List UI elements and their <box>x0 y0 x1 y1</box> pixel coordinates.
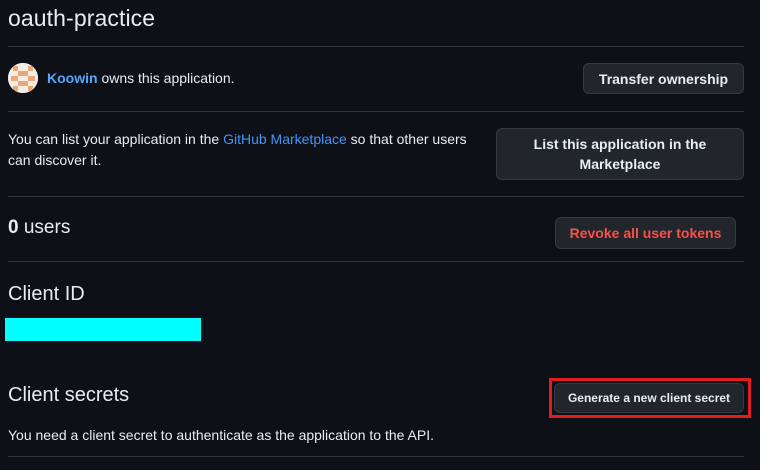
users-count-number: 0 <box>8 217 19 238</box>
users-count-label: users <box>23 217 71 238</box>
client-secrets-description: You need a client secret to authenticate… <box>8 427 435 443</box>
revoke-all-user-tokens-button[interactable]: Revoke all user tokens <box>555 217 736 249</box>
identicon-avatar-icon[interactable] <box>8 63 38 93</box>
marketplace-text-before: You can list your application in the <box>8 131 224 147</box>
divider <box>8 46 744 47</box>
marketplace-description: You can list your application in the Git… <box>8 129 493 171</box>
divider <box>8 196 744 197</box>
owner-row: Koowin owns this application. <box>8 63 235 93</box>
divider <box>8 261 744 262</box>
divider <box>8 111 744 112</box>
owner-statement: Koowin owns this application. <box>47 70 235 86</box>
list-in-marketplace-button[interactable]: List this application in the Marketplace <box>496 128 744 180</box>
client-id-value-redacted <box>5 318 201 341</box>
owner-link[interactable]: Koowin <box>47 70 98 86</box>
owner-suffix: owns this application. <box>101 70 235 86</box>
transfer-ownership-button[interactable]: Transfer ownership <box>583 63 744 94</box>
client-id-heading: Client ID <box>8 283 85 305</box>
github-marketplace-link[interactable]: GitHub Marketplace <box>223 131 347 147</box>
client-secrets-heading: Client secrets <box>8 384 130 406</box>
highlight-annotation <box>549 378 751 418</box>
divider <box>8 456 744 457</box>
app-settings-page: oauth-practice Koowin owns this applicat… <box>0 0 760 470</box>
users-count: 0 users <box>8 217 70 239</box>
page-title: oauth-practice <box>8 5 156 31</box>
